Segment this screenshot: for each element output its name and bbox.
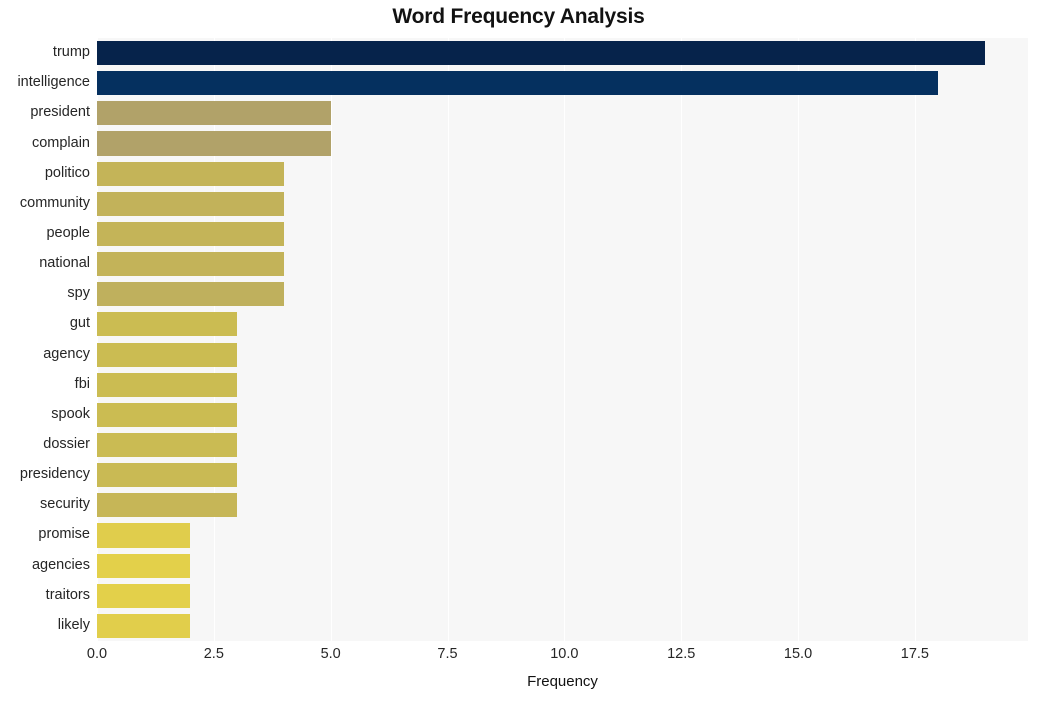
bar-people[interactable] <box>97 221 284 247</box>
bar-president[interactable] <box>97 101 331 126</box>
bar-row[interactable] <box>97 463 1028 488</box>
x-axis-title: Frequency <box>527 673 598 690</box>
bars-layer <box>97 38 1028 641</box>
x-tick-label: 7.5 <box>437 646 458 662</box>
bar-agency[interactable] <box>97 342 238 367</box>
y-tick-label-gut: gut <box>69 315 90 332</box>
bar-traitors[interactable] <box>97 583 191 608</box>
bar-politico[interactable] <box>97 161 284 186</box>
bar-gut[interactable] <box>97 312 238 337</box>
bar-row[interactable] <box>97 131 1028 156</box>
y-tick-label-dossier: dossier <box>43 436 90 453</box>
bar-spook[interactable] <box>97 402 238 427</box>
bar-row[interactable] <box>97 402 1028 427</box>
bar-complain[interactable] <box>97 131 331 156</box>
bar-intelligence[interactable] <box>97 71 939 96</box>
y-tick-label-politico: politico <box>44 164 90 181</box>
bar-likely[interactable] <box>97 613 191 638</box>
x-tick-label: 10.0 <box>550 646 579 662</box>
bar-spy[interactable] <box>97 282 284 307</box>
bar-row[interactable] <box>97 161 1028 186</box>
y-tick-label-traitors: traitors <box>45 586 90 603</box>
y-tick-label-presidency: presidency <box>19 466 90 483</box>
bar-row[interactable] <box>97 553 1028 578</box>
bar-security[interactable] <box>97 493 238 518</box>
bar-national[interactable] <box>97 252 284 277</box>
page-title: Word Frequency Analysis <box>392 5 645 28</box>
y-tick-label-national: national <box>39 255 90 272</box>
bar-row[interactable] <box>97 523 1028 548</box>
y-tick-label-agency: agency <box>43 345 90 362</box>
y-tick-label-spy: spy <box>67 285 90 302</box>
bar-row[interactable] <box>97 493 1028 518</box>
bar-dossier[interactable] <box>97 432 238 458</box>
x-tick-label: 5.0 <box>320 646 341 662</box>
bar-fbi[interactable] <box>97 372 238 397</box>
bar-trump[interactable] <box>97 41 985 66</box>
chart-figure: Word Frequency Analysis trump intelligenc… <box>0 0 1037 701</box>
x-axis-ticks: 0.0 2.5 5.0 7.5 10.0 12.5 15.0 17.5 <box>87 641 1028 669</box>
bar-row[interactable] <box>97 221 1028 247</box>
x-tick-label: 12.5 <box>667 646 696 662</box>
y-tick-label-promise: promise <box>38 526 90 543</box>
bar-row[interactable] <box>97 41 1028 66</box>
y-tick-label-complain: complain <box>31 134 90 151</box>
y-axis-labels: trump intelligence president complain politi… <box>0 38 90 641</box>
y-tick-label-intelligence: intelligence <box>17 74 90 91</box>
y-tick-label-likely: likely <box>57 616 90 633</box>
x-tick-label: 2.5 <box>203 646 224 662</box>
bar-row[interactable] <box>97 252 1028 277</box>
bar-row[interactable] <box>97 583 1028 608</box>
y-tick-label-security: security <box>40 496 90 513</box>
bar-row[interactable] <box>97 282 1028 307</box>
x-tick-label: 15.0 <box>783 646 813 662</box>
y-tick-label-community: community <box>19 194 90 211</box>
bar-row[interactable] <box>97 312 1028 337</box>
y-tick-label-agencies: agencies <box>31 556 90 573</box>
bar-agencies[interactable] <box>97 553 191 578</box>
x-tick-label: 17.5 <box>900 646 930 662</box>
bar-row[interactable] <box>97 432 1028 458</box>
bar-row[interactable] <box>97 613 1028 638</box>
y-tick-label-people: people <box>46 224 90 241</box>
plot-area <box>97 38 1028 641</box>
y-tick-label-trump: trump <box>52 44 90 61</box>
bar-row[interactable] <box>97 342 1028 367</box>
bar-row[interactable] <box>97 372 1028 397</box>
y-tick-label-president: president <box>30 104 90 121</box>
bar-presidency[interactable] <box>97 463 238 488</box>
bar-row[interactable] <box>97 101 1028 126</box>
y-tick-label-spook: spook <box>51 405 90 422</box>
bar-row[interactable] <box>97 71 1028 96</box>
y-tick-label-fbi: fbi <box>74 375 90 392</box>
x-tick-label: 0.0 <box>86 646 108 662</box>
bar-promise[interactable] <box>97 523 191 548</box>
bar-row[interactable] <box>97 191 1028 216</box>
bar-community[interactable] <box>97 191 284 216</box>
